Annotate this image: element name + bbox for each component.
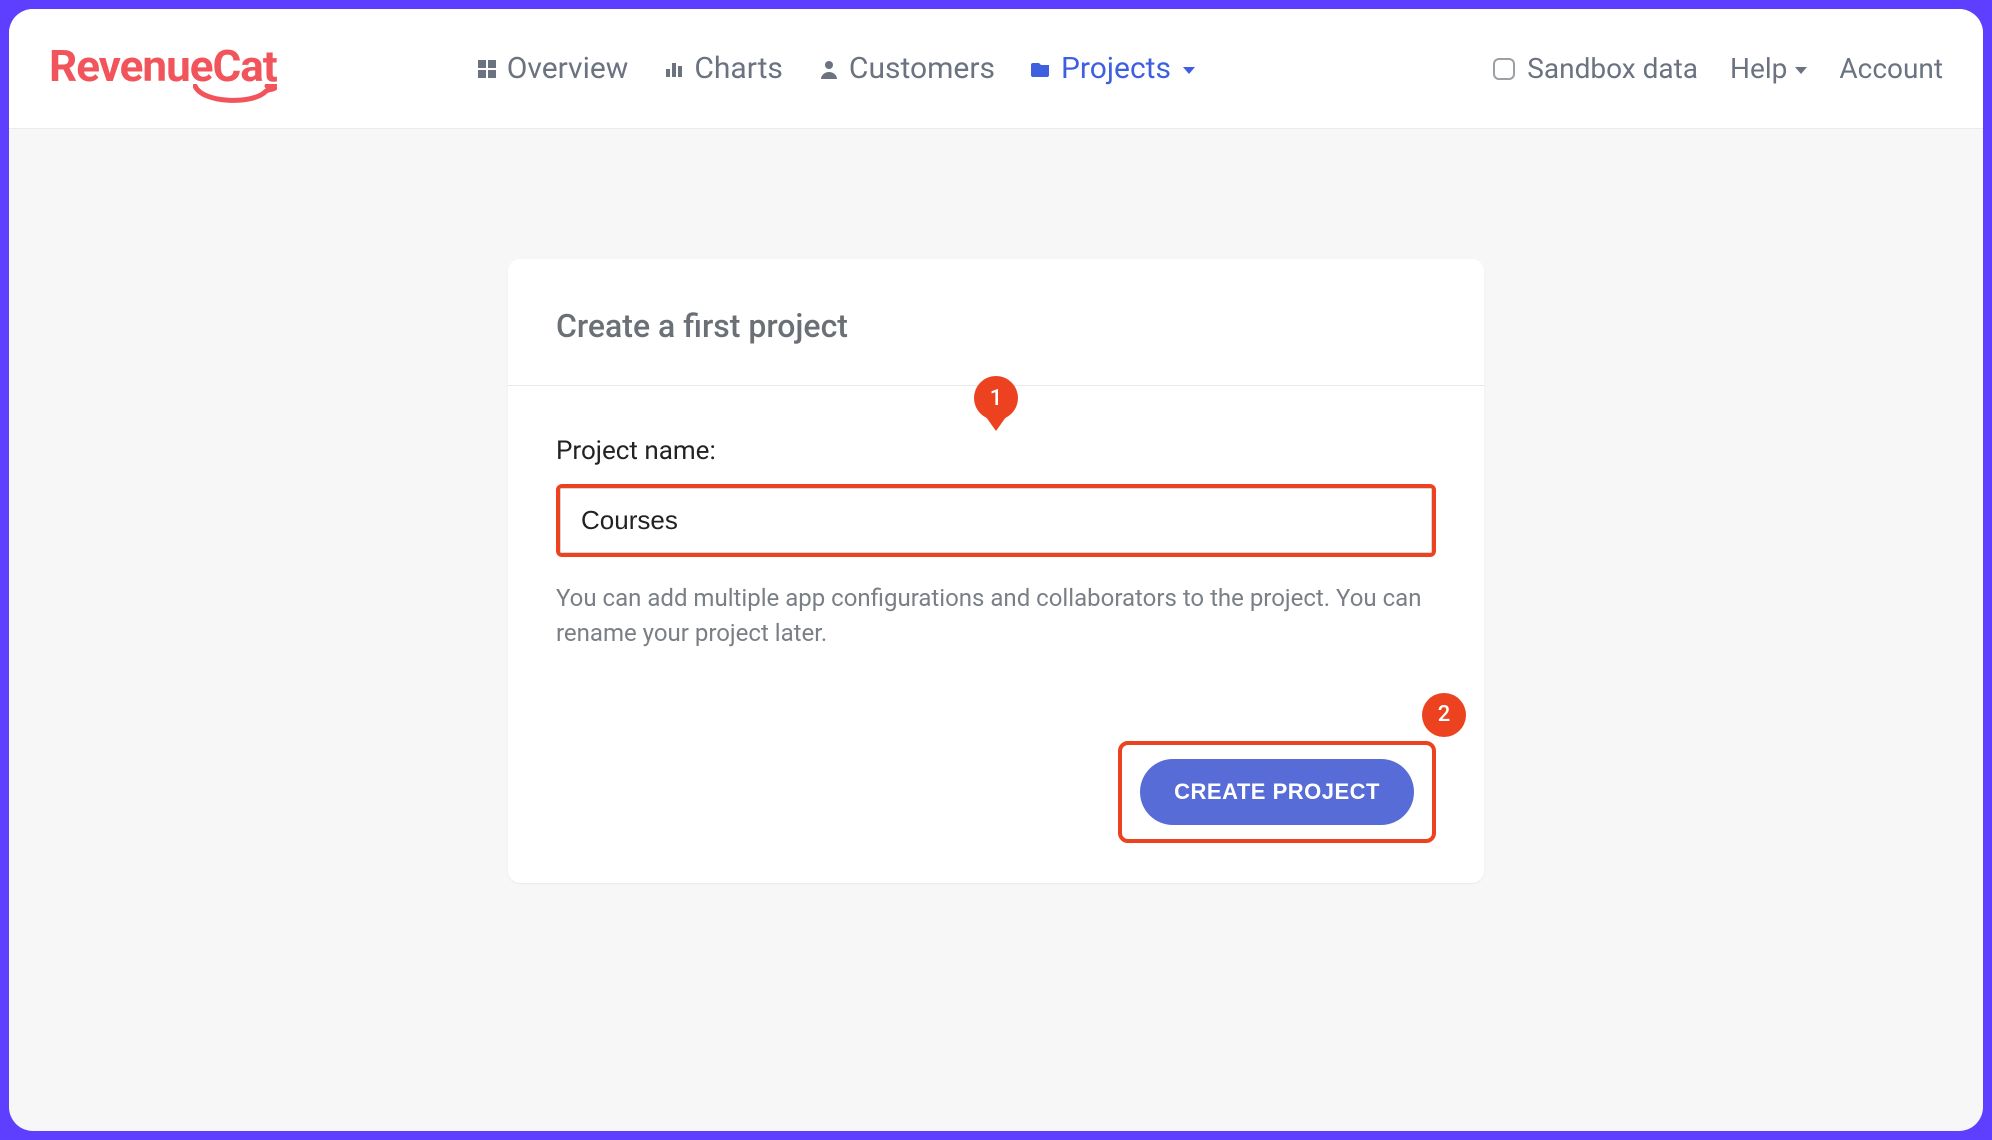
main-content: Create a first project 1 Project name: Y…: [9, 129, 1983, 1131]
project-name-highlight: [556, 484, 1436, 557]
sandbox-toggle[interactable]: Sandbox data: [1493, 52, 1698, 85]
nav-account[interactable]: Account: [1839, 52, 1943, 85]
project-name-label: Project name:: [556, 436, 1436, 466]
nav-projects[interactable]: Projects: [1031, 51, 1195, 86]
nav-help[interactable]: Help: [1730, 52, 1807, 85]
nav-overview[interactable]: Overview: [477, 51, 629, 86]
nav-charts-label: Charts: [694, 51, 783, 86]
top-nav: RevenueCat Overview Charts: [9, 9, 1983, 129]
checkbox-icon: [1493, 58, 1515, 80]
primary-nav: Overview Charts Customers Projects: [477, 51, 1195, 86]
nav-projects-label: Projects: [1061, 51, 1171, 86]
folder-icon: [1031, 59, 1051, 79]
nav-account-label: Account: [1839, 52, 1943, 85]
project-name-helper: You can add multiple app configurations …: [556, 581, 1426, 651]
bar-chart-icon: [664, 59, 684, 79]
card-title: Create a first project: [556, 307, 1436, 345]
annotation-badge: 2: [1422, 693, 1466, 737]
annotation-marker-1: 1: [974, 376, 1018, 436]
create-button-highlight: 2 CREATE PROJECT: [1118, 741, 1436, 843]
dashboard-icon: [477, 59, 497, 79]
nav-help-label: Help: [1730, 52, 1787, 85]
nav-customers[interactable]: Customers: [819, 51, 995, 86]
annotation-marker-2: 2: [1422, 693, 1466, 737]
annotation-badge: 1: [974, 376, 1018, 420]
brand-logo[interactable]: RevenueCat: [49, 44, 277, 88]
create-project-button[interactable]: CREATE PROJECT: [1140, 759, 1414, 825]
button-row: 2 CREATE PROJECT: [556, 741, 1436, 843]
card-body: 1 Project name: You can add multiple app…: [508, 386, 1484, 843]
logo-tail-icon: [193, 84, 277, 106]
card-header: Create a first project: [508, 259, 1484, 386]
nav-customers-label: Customers: [849, 51, 995, 86]
nav-charts[interactable]: Charts: [664, 51, 783, 86]
sandbox-label: Sandbox data: [1527, 52, 1698, 85]
app-frame: RevenueCat Overview Charts: [9, 9, 1983, 1131]
project-name-input[interactable]: [560, 488, 1432, 553]
annotation-pointer-icon: [986, 417, 1006, 431]
user-icon: [819, 59, 839, 79]
chevron-down-icon: [1795, 67, 1807, 74]
nav-overview-label: Overview: [507, 51, 629, 86]
chevron-down-icon: [1183, 67, 1195, 74]
create-project-card: Create a first project 1 Project name: Y…: [508, 259, 1484, 883]
nav-right: Sandbox data Help Account: [1493, 52, 1943, 85]
